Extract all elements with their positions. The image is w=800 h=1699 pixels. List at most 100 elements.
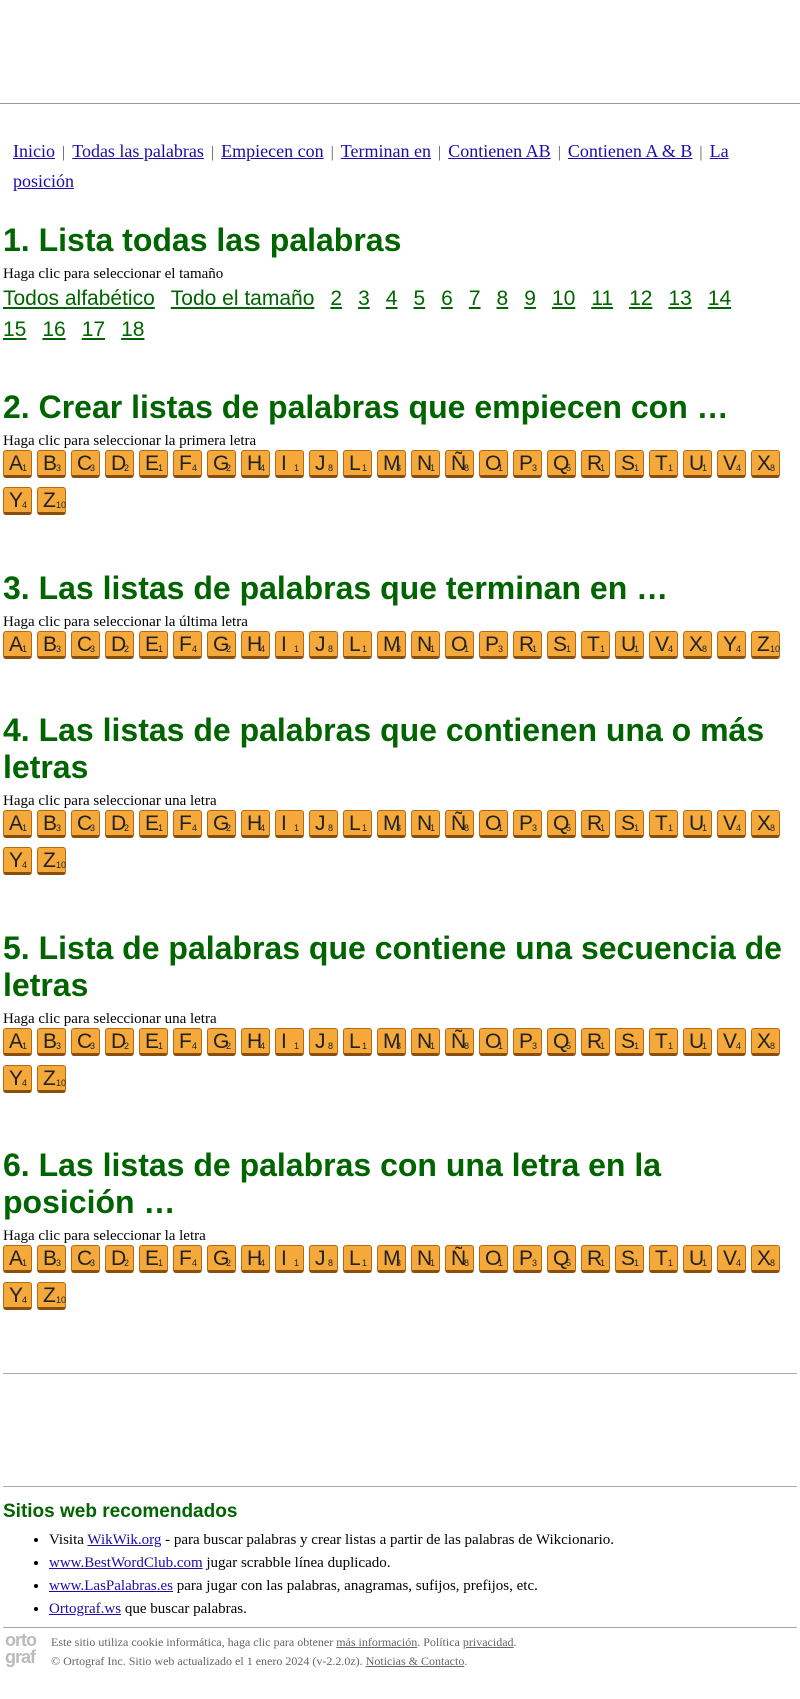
letter-tile-position[interactable]: Y4 [3,1282,32,1310]
letter-tile-position[interactable]: O1 [479,1245,508,1273]
size-link[interactable]: 15 [3,314,26,345]
letter-tile-end[interactable]: R1 [513,631,542,659]
letter-tile-end[interactable]: U1 [615,631,644,659]
letter-tile-sequence[interactable]: C3 [71,1028,100,1056]
wikwik-link[interactable]: WikWik.org [87,1532,161,1548]
more-info-link[interactable]: más información [336,1635,417,1649]
letter-tile-contains[interactable]: E1 [139,810,168,838]
letter-tile-sequence[interactable]: H4 [241,1028,270,1056]
letter-tile-contains[interactable]: Y4 [3,847,32,875]
letter-tile-start[interactable]: O1 [479,450,508,478]
letter-tile-position[interactable]: I1 [275,1245,304,1273]
letter-tile-start[interactable]: C3 [71,450,100,478]
letter-tile-position[interactable]: C3 [71,1245,100,1273]
size-link[interactable]: Todos alfabético [3,283,155,314]
letter-tile-start[interactable]: H4 [241,450,270,478]
letter-tile-start[interactable]: T1 [649,450,678,478]
letter-tile-start[interactable]: A1 [3,450,32,478]
letter-tile-position[interactable]: T1 [649,1245,678,1273]
letter-tile-contains[interactable]: A1 [3,810,32,838]
letter-tile-position[interactable]: Ñ8 [445,1245,474,1273]
letter-tile-position[interactable]: U1 [683,1245,712,1273]
letter-tile-sequence[interactable]: P3 [513,1028,542,1056]
nav-link-1[interactable]: Todas las palabras [72,141,204,161]
letter-tile-start[interactable]: Ñ8 [445,450,474,478]
letter-tile-end[interactable]: Y4 [717,631,746,659]
letter-tile-contains[interactable]: H4 [241,810,270,838]
letter-tile-start[interactable]: I1 [275,450,304,478]
letter-tile-end[interactable]: J8 [309,631,338,659]
letter-tile-position[interactable]: E1 [139,1245,168,1273]
letter-tile-contains[interactable]: X8 [751,810,780,838]
letter-tile-end[interactable]: B3 [37,631,66,659]
letter-tile-sequence[interactable]: V4 [717,1028,746,1056]
letter-tile-position[interactable]: L1 [343,1245,372,1273]
letter-tile-contains[interactable]: F4 [173,810,202,838]
letter-tile-sequence[interactable]: D2 [105,1028,134,1056]
letter-tile-contains[interactable]: N1 [411,810,440,838]
contact-link[interactable]: Noticias & Contacto [366,1654,465,1668]
letter-tile-position[interactable]: P3 [513,1245,542,1273]
size-link[interactable]: 11 [591,283,613,314]
letter-tile-position[interactable]: N1 [411,1245,440,1273]
letter-tile-start[interactable]: N1 [411,450,440,478]
letter-tile-position[interactable]: Q5 [547,1245,576,1273]
size-link[interactable]: 18 [121,314,144,345]
letter-tile-sequence[interactable]: Z 10 [37,1065,66,1093]
letter-tile-contains[interactable]: O1 [479,810,508,838]
size-link[interactable]: 9 [524,283,536,314]
letter-tile-start[interactable]: F4 [173,450,202,478]
letter-tile-contains[interactable]: Z 10 [37,847,66,875]
letter-tile-start[interactable]: G2 [207,450,236,478]
letter-tile-position[interactable]: Z 10 [37,1282,66,1310]
letter-tile-sequence[interactable]: M3 [377,1028,406,1056]
letter-tile-sequence[interactable]: Q5 [547,1028,576,1056]
letter-tile-start[interactable]: B3 [37,450,66,478]
letter-tile-start[interactable]: J8 [309,450,338,478]
letter-tile-start[interactable]: S1 [615,450,644,478]
bestwordclub-link[interactable]: www.BestWordClub.com [49,1555,203,1571]
letter-tile-contains[interactable]: L1 [343,810,372,838]
nav-link-5[interactable]: Contienen A & B [568,141,693,161]
size-link[interactable]: 14 [708,283,731,314]
letter-tile-end[interactable]: A1 [3,631,32,659]
letter-tile-start[interactable]: M3 [377,450,406,478]
letter-tile-contains[interactable]: P3 [513,810,542,838]
letter-tile-sequence[interactable]: N1 [411,1028,440,1056]
letter-tile-sequence[interactable]: B3 [37,1028,66,1056]
size-link[interactable]: Todo el tamaño [171,283,315,314]
letter-tile-contains[interactable]: I1 [275,810,304,838]
letter-tile-contains[interactable]: S1 [615,810,644,838]
letter-tile-end[interactable]: C3 [71,631,100,659]
letter-tile-contains[interactable]: T1 [649,810,678,838]
size-link[interactable]: 10 [552,283,575,314]
letter-tile-sequence[interactable]: R1 [581,1028,610,1056]
letter-tile-contains[interactable]: Ñ8 [445,810,474,838]
letter-tile-end[interactable]: P3 [479,631,508,659]
letter-tile-contains[interactable]: R1 [581,810,610,838]
nav-link-2[interactable]: Empiecen con [221,141,323,161]
letter-tile-sequence[interactable]: O1 [479,1028,508,1056]
letter-tile-end[interactable]: L1 [343,631,372,659]
letter-tile-start[interactable]: L1 [343,450,372,478]
letter-tile-start[interactable]: R1 [581,450,610,478]
size-link[interactable]: 6 [441,283,453,314]
letter-tile-start[interactable]: Z 10 [37,487,66,515]
letter-tile-sequence[interactable]: A1 [3,1028,32,1056]
letter-tile-sequence[interactable]: I1 [275,1028,304,1056]
letter-tile-position[interactable]: J8 [309,1245,338,1273]
letter-tile-end[interactable]: I1 [275,631,304,659]
letter-tile-end[interactable]: N1 [411,631,440,659]
letter-tile-position[interactable]: H4 [241,1245,270,1273]
size-link[interactable]: 3 [358,283,370,314]
letter-tile-sequence[interactable]: S1 [615,1028,644,1056]
privacy-link[interactable]: privacidad [463,1635,514,1649]
letter-tile-sequence[interactable]: Y4 [3,1065,32,1093]
size-link[interactable]: 5 [413,283,425,314]
letter-tile-start[interactable]: U1 [683,450,712,478]
letter-tile-position[interactable]: M3 [377,1245,406,1273]
letter-tile-contains[interactable]: J8 [309,810,338,838]
letter-tile-position[interactable]: V4 [717,1245,746,1273]
letter-tile-sequence[interactable]: E1 [139,1028,168,1056]
nav-link-4[interactable]: Contienen AB [448,141,551,161]
